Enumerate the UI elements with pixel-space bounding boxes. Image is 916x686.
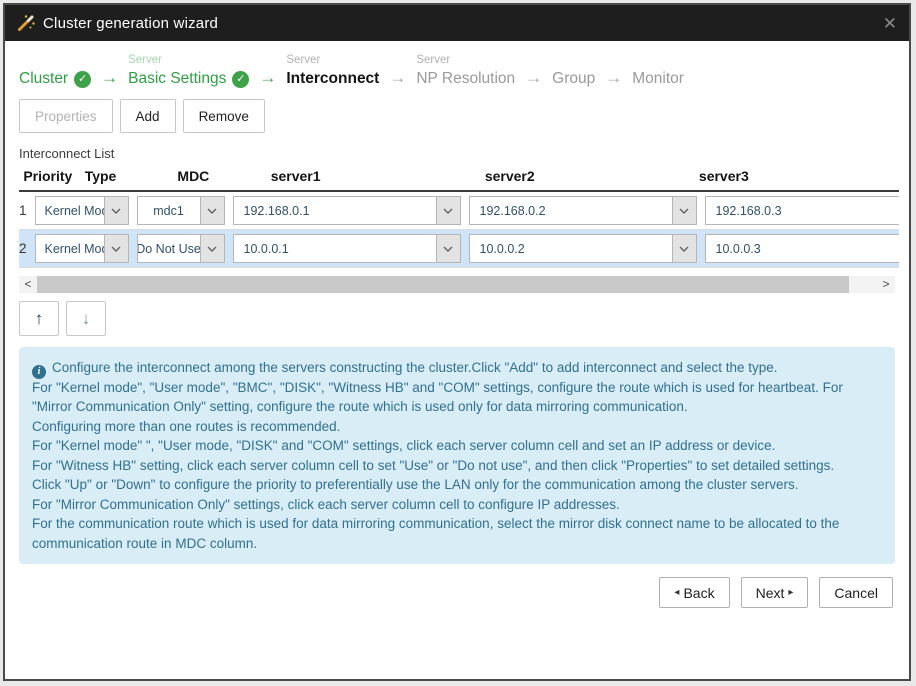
- scroll-left-icon[interactable]: <: [19, 276, 37, 293]
- server3-address-combo[interactable]: 192.168.0.3: [705, 196, 899, 225]
- chevron-down-icon[interactable]: [200, 197, 224, 224]
- info-message-box: iConfigure the interconnect among the se…: [19, 347, 895, 564]
- move-down-button[interactable]: ↓: [66, 301, 106, 336]
- wizard-steps: Cluster✓ → Server Basic Settings✓ → Serv…: [5, 41, 909, 89]
- table-row-1[interactable]: 1 Kernel Mode mdc1 192.168.0.1 192.168.0…: [19, 192, 899, 230]
- info-paragraph: For "Kernel mode", "User mode", "BMC", "…: [32, 378, 882, 417]
- step-interconnect[interactable]: Server Interconnect: [286, 52, 379, 89]
- move-up-button[interactable]: ↑: [19, 301, 59, 336]
- header-type: Type: [85, 168, 170, 184]
- scrollbar-track[interactable]: [37, 276, 877, 293]
- chevron-down-icon[interactable]: [672, 235, 696, 262]
- table-header-row: Priority Type MDC server1 server2 server…: [19, 168, 899, 192]
- properties-button[interactable]: Properties: [19, 99, 113, 133]
- info-paragraph: iConfigure the interconnect among the se…: [32, 358, 882, 378]
- interconnect-list-label: Interconnect List: [5, 133, 909, 161]
- titlebar: Cluster generation wizard ✕: [5, 5, 909, 41]
- header-mdc: MDC: [177, 168, 256, 184]
- server1-address-combo[interactable]: 192.168.0.1: [233, 196, 461, 225]
- info-paragraph: Click "Up" or "Down" to configure the pr…: [32, 475, 882, 495]
- chevron-down-icon[interactable]: [436, 235, 460, 262]
- arrow-right-icon: →: [91, 67, 128, 89]
- header-priority: Priority: [19, 168, 77, 184]
- server2-address-combo[interactable]: 192.168.0.2: [469, 196, 697, 225]
- dialog-title: Cluster generation wizard: [43, 15, 218, 32]
- cluster-generation-wizard-dialog: Cluster generation wizard ✕ Cluster✓ → S…: [3, 3, 911, 681]
- header-server1: server1: [265, 168, 471, 184]
- info-paragraph: Configuring more than one routes is reco…: [32, 417, 882, 437]
- info-paragraph: For "Mirror Communication Only" settings…: [32, 495, 882, 515]
- step-monitor[interactable]: Monitor: [632, 52, 684, 89]
- close-icon[interactable]: ✕: [883, 15, 897, 32]
- arrow-up-icon: ↑: [35, 309, 44, 329]
- remove-button[interactable]: Remove: [183, 99, 265, 133]
- scrollbar-thumb[interactable]: [37, 276, 849, 293]
- toolbar: Properties Add Remove: [5, 89, 909, 133]
- back-triangle-icon: ◂: [674, 587, 679, 598]
- info-paragraph: For "Witness HB" setting, click each ser…: [32, 456, 882, 476]
- back-button[interactable]: ◂Back: [659, 577, 729, 608]
- info-paragraph: For "Kernel mode" ", "User mode, "DISK" …: [32, 436, 882, 456]
- header-server2: server2: [479, 168, 685, 184]
- step-np-resolution[interactable]: Server NP Resolution: [416, 52, 515, 89]
- priority-cell: 2: [19, 241, 27, 256]
- header-server3: server3: [693, 168, 899, 184]
- step-basic-settings[interactable]: Server Basic Settings✓: [128, 52, 249, 89]
- arrow-right-icon: →: [595, 67, 632, 89]
- type-select[interactable]: Kernel Mode: [35, 234, 129, 263]
- step-group[interactable]: Group: [552, 52, 595, 89]
- priority-cell: 1: [19, 203, 27, 218]
- chevron-down-icon[interactable]: [672, 197, 696, 224]
- cancel-button[interactable]: Cancel: [819, 577, 893, 608]
- info-icon: i: [32, 365, 46, 379]
- chevron-down-icon[interactable]: [200, 235, 224, 262]
- mdc-select[interactable]: mdc1: [137, 196, 225, 225]
- arrow-down-icon: ↓: [82, 309, 91, 329]
- server1-address-combo[interactable]: 10.0.0.1: [233, 234, 461, 263]
- add-button[interactable]: Add: [120, 99, 176, 133]
- priority-move-buttons: ↑ ↓: [5, 293, 909, 336]
- server3-address-combo[interactable]: 10.0.0.3: [705, 234, 899, 263]
- arrow-right-icon: →: [379, 67, 416, 89]
- info-paragraph: For the communication route which is use…: [32, 514, 882, 553]
- check-circle-icon: ✓: [232, 71, 249, 88]
- chevron-down-icon[interactable]: [436, 197, 460, 224]
- scroll-right-icon[interactable]: >: [877, 276, 895, 293]
- arrow-right-icon: →: [515, 67, 552, 89]
- chevron-down-icon[interactable]: [104, 235, 128, 262]
- table-row-2[interactable]: 2 Kernel Mode Do Not Use 10.0.0.1 10.0.0…: [19, 230, 899, 268]
- mdc-select[interactable]: Do Not Use: [137, 234, 225, 263]
- next-triangle-icon: ▸: [788, 587, 793, 598]
- check-circle-icon: ✓: [74, 71, 91, 88]
- server2-address-combo[interactable]: 10.0.0.2: [469, 234, 697, 263]
- interconnect-table: Priority Type MDC server1 server2 server…: [19, 166, 899, 268]
- footer-buttons: ◂Back Next▸ Cancel: [5, 564, 909, 608]
- wizard-wand-icon: [17, 14, 35, 32]
- chevron-down-icon[interactable]: [104, 197, 128, 224]
- next-button[interactable]: Next▸: [741, 577, 809, 608]
- step-cluster[interactable]: Cluster✓: [19, 52, 91, 89]
- arrow-right-icon: →: [249, 67, 286, 89]
- horizontal-scrollbar[interactable]: < >: [19, 276, 895, 293]
- type-select[interactable]: Kernel Mode: [35, 196, 129, 225]
